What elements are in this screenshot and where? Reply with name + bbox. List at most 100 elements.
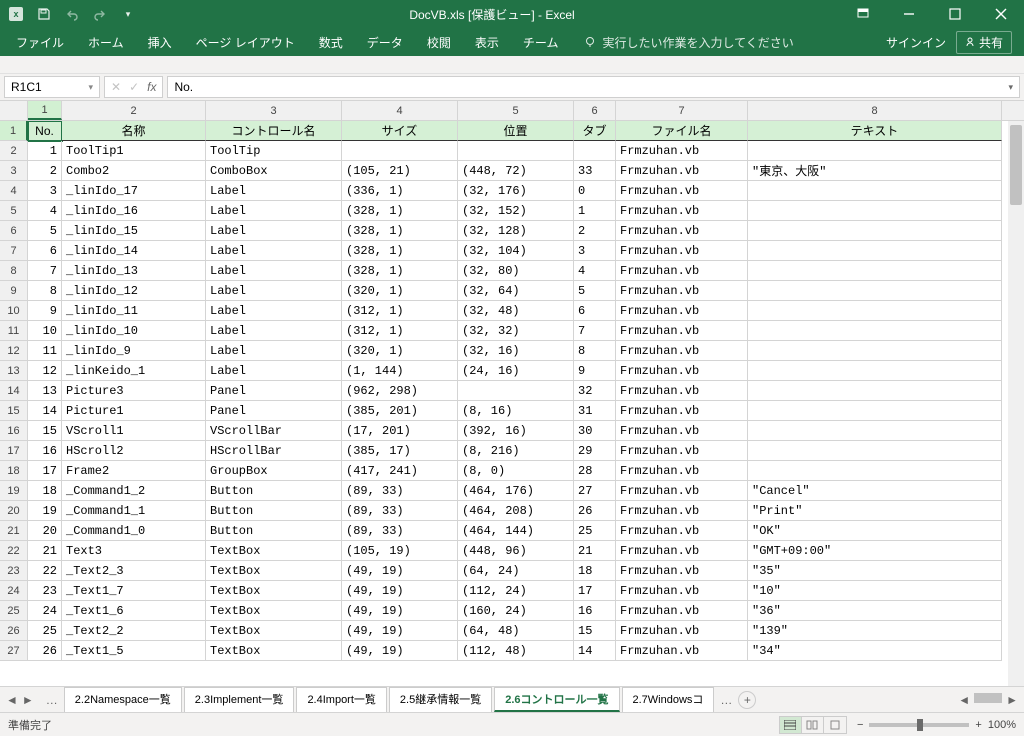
cell[interactable]: GroupBox [206,461,342,481]
row-header[interactable]: 11 [0,321,28,341]
tab-data[interactable]: データ [357,30,413,55]
column-header[interactable]: 8 [748,101,1002,120]
row-header[interactable]: 21 [0,521,28,541]
cell[interactable]: "36" [748,601,1002,621]
cell[interactable]: (49, 19) [342,621,458,641]
cell[interactable]: Frmzuhan.vb [616,321,748,341]
cell[interactable]: "35" [748,561,1002,581]
cell[interactable]: Label [206,301,342,321]
cell[interactable]: ToolTip1 [62,141,206,161]
cell[interactable] [574,141,616,161]
hscroll-left-icon[interactable]: ◄ [958,693,970,707]
column-header[interactable]: 2 [62,101,206,120]
view-pagebreak-icon[interactable] [824,717,846,733]
header-cell[interactable]: サイズ [342,121,458,141]
cell[interactable] [748,381,1002,401]
cell[interactable]: (89, 33) [342,521,458,541]
cell[interactable]: (32, 16) [458,341,574,361]
cell[interactable]: _linIdo_14 [62,241,206,261]
cell[interactable]: Frmzuhan.vb [616,641,748,661]
cell[interactable]: Label [206,341,342,361]
cell[interactable]: (464, 208) [458,501,574,521]
cell[interactable]: 13 [28,381,62,401]
cell[interactable]: 21 [28,541,62,561]
row-header[interactable]: 2 [0,141,28,161]
cell[interactable]: 15 [574,621,616,641]
cell[interactable]: _Command1_0 [62,521,206,541]
cell[interactable]: TextBox [206,621,342,641]
row-header[interactable]: 24 [0,581,28,601]
cell[interactable]: Label [206,281,342,301]
cell[interactable]: (320, 1) [342,341,458,361]
undo-icon[interactable] [64,6,80,22]
cell[interactable]: 8 [574,341,616,361]
cell[interactable]: Frmzuhan.vb [616,161,748,181]
row-header[interactable]: 22 [0,541,28,561]
row-header[interactable]: 16 [0,421,28,441]
cell[interactable]: "Cancel" [748,481,1002,501]
row-header[interactable]: 7 [0,241,28,261]
signin-link[interactable]: サインイン [886,34,946,51]
cell[interactable]: 15 [28,421,62,441]
cell[interactable]: _linIdo_15 [62,221,206,241]
cell[interactable]: "10" [748,581,1002,601]
cell[interactable]: 4 [574,261,616,281]
cell[interactable]: ComboBox [206,161,342,181]
cell[interactable]: (32, 64) [458,281,574,301]
cell[interactable]: 10 [28,321,62,341]
row-header[interactable]: 4 [0,181,28,201]
share-button[interactable]: 共有 [956,31,1012,54]
cell[interactable]: (1, 144) [342,361,458,381]
cell[interactable]: Frmzuhan.vb [616,141,748,161]
cell[interactable]: (328, 1) [342,221,458,241]
sheet-more-right[interactable]: … [716,693,736,707]
cell[interactable]: (32, 128) [458,221,574,241]
cell[interactable]: 8 [28,281,62,301]
cell[interactable]: 5 [28,221,62,241]
row-header[interactable]: 15 [0,401,28,421]
row-header[interactable]: 18 [0,461,28,481]
column-header[interactable]: 4 [342,101,458,120]
cell[interactable]: 3 [574,241,616,261]
cell[interactable]: Frmzuhan.vb [616,481,748,501]
cell[interactable]: Frmzuhan.vb [616,461,748,481]
close-button[interactable] [978,0,1024,28]
cell[interactable]: (385, 201) [342,401,458,421]
select-all[interactable] [0,101,28,120]
column-header[interactable]: 5 [458,101,574,120]
cell[interactable]: 17 [574,581,616,601]
cell[interactable]: Picture1 [62,401,206,421]
cell[interactable]: Frmzuhan.vb [616,201,748,221]
cell[interactable]: Picture3 [62,381,206,401]
zoom-in-button[interactable]: + [975,719,981,731]
cell[interactable]: (32, 48) [458,301,574,321]
cell[interactable]: Frmzuhan.vb [616,301,748,321]
cell[interactable]: Combo2 [62,161,206,181]
cell[interactable]: 30 [574,421,616,441]
cell[interactable] [748,441,1002,461]
maximize-button[interactable] [932,0,978,28]
name-box[interactable]: R1C1 ▾ [4,76,100,98]
cell[interactable]: Label [206,241,342,261]
cell[interactable]: "34" [748,641,1002,661]
cell[interactable]: TextBox [206,561,342,581]
cell[interactable]: 18 [574,561,616,581]
zoom-slider[interactable] [869,723,969,727]
tell-me[interactable]: 実行したい作業を入力してください [572,34,881,51]
cell[interactable] [748,321,1002,341]
cell[interactable] [458,141,574,161]
cell[interactable]: 21 [574,541,616,561]
grid-body[interactable]: 1No.名称コントロール名サイズ位置タブファイル名テキスト21ToolTip1T… [0,121,1024,686]
sheet-tab[interactable]: 2.4Import一覧 [296,687,386,712]
cell[interactable]: (49, 19) [342,561,458,581]
cell[interactable]: 2 [28,161,62,181]
cell[interactable] [748,241,1002,261]
cell[interactable]: (105, 21) [342,161,458,181]
cell[interactable]: Frmzuhan.vb [616,521,748,541]
cell[interactable]: _linIdo_13 [62,261,206,281]
cell[interactable]: 33 [574,161,616,181]
cancel-formula-icon[interactable]: ✕ [111,80,121,94]
cell[interactable]: (417, 241) [342,461,458,481]
sheet-prev-icon[interactable]: ◄ [6,693,18,707]
sheet-tab[interactable]: 2.6コントロール一覧 [494,687,619,712]
